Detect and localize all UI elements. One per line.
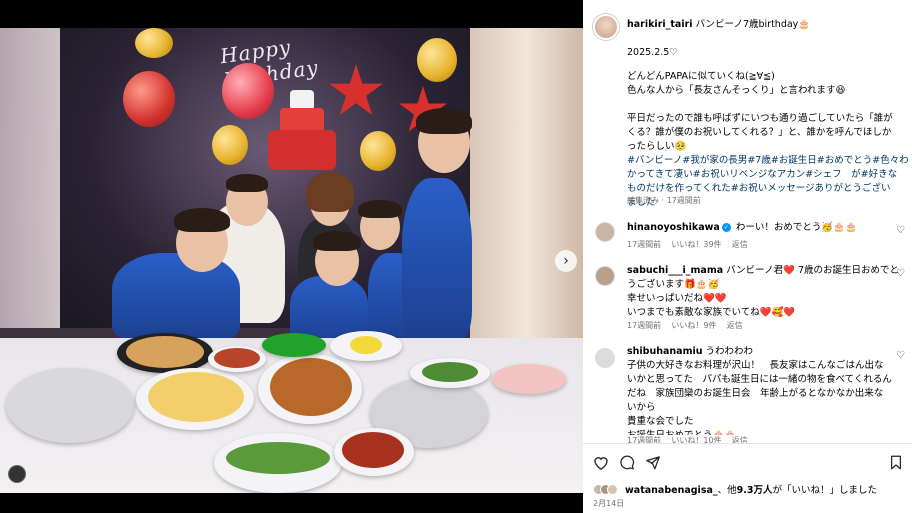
liker-username[interactable]: watanabenagisa_ bbox=[625, 485, 718, 496]
hashtag-line[interactable]: ものだけを作ってくれた#お祝いメッセージありがとうござい bbox=[627, 182, 891, 196]
like-count[interactable]: 9.3万人 bbox=[737, 485, 773, 496]
heart-outline-icon[interactable] bbox=[593, 455, 609, 473]
tagged-user-icon[interactable] bbox=[8, 465, 26, 483]
comment-time: 17週間前 bbox=[627, 321, 662, 330]
post-date: 2月14日 bbox=[593, 499, 625, 508]
balloon-car-2 bbox=[222, 63, 274, 119]
caption-line: くる？誰が僕のお祝いしてくれる？」と、誰かを呼んでほしか bbox=[627, 127, 892, 138]
comment-text: 貴重な会でした bbox=[627, 416, 694, 427]
plate-onigiri bbox=[6, 368, 134, 443]
liker-avatar bbox=[607, 484, 618, 495]
comment-meta: 17週間前 いいね！9件 返信 bbox=[627, 320, 743, 331]
comment-icon[interactable] bbox=[619, 455, 635, 473]
commenter-username[interactable]: sabuchi___i_mama bbox=[627, 265, 723, 276]
post-date-line: 2025.2.5♡ bbox=[627, 47, 678, 58]
right-curtain bbox=[470, 28, 583, 358]
comment-text: いから bbox=[627, 402, 656, 413]
caption-line: 色んな人から「長友さんそっくり」と言われます😆 bbox=[627, 85, 846, 96]
reply-button[interactable]: 返信 bbox=[732, 240, 748, 249]
comment-text: 子供の大好きなお料理が沢山！ 長友家はこんなごはん出な bbox=[627, 360, 884, 371]
comment-likes[interactable]: いいね！9件 bbox=[671, 321, 716, 330]
balloon-gold bbox=[212, 125, 248, 165]
next-image-button[interactable]: › bbox=[555, 250, 577, 272]
action-divider bbox=[583, 443, 912, 444]
hashtag-line[interactable]: #バンビーノ#我が家の長男#7歳#お誕生日#おめでとう#色々わ bbox=[627, 154, 909, 168]
plate-green bbox=[262, 333, 326, 357]
post-title: バンビーノ7歳birthday🎂 bbox=[695, 19, 811, 30]
author-avatar[interactable] bbox=[593, 14, 619, 40]
comment-text: いつまでも素敵な家族でいてね❤️🥰❤️ bbox=[627, 307, 796, 318]
commenter-avatar[interactable] bbox=[595, 222, 615, 242]
photo-pane: Happy Birthday › bbox=[0, 0, 583, 513]
post-photo[interactable]: Happy Birthday bbox=[0, 28, 583, 493]
commenter-username[interactable]: shibuhanamiu bbox=[627, 346, 703, 357]
caption-line: ったらしい🥺 bbox=[627, 141, 687, 152]
comment-text: だね 家族団欒のお誕生日会 年齢上がるとなかなか出来な bbox=[627, 388, 884, 399]
caption-line: 平日だったので誰も呼ばずにいつも通り過ごしていたら「誰が bbox=[627, 113, 893, 124]
comment-text: いかと思ってた パパも誕生日には一緒の物を食べてくれるん bbox=[627, 374, 892, 385]
balloon-gold bbox=[360, 131, 396, 171]
left-curtain bbox=[0, 28, 60, 328]
comment-text: 幸せいっぱいだね❤️❤️ bbox=[627, 293, 727, 304]
likes-summary[interactable]: watanabenagisa_、他9.3万人が「いいね！」しました bbox=[593, 482, 877, 496]
author-header-line: harikiri_tairi バンビーノ7歳birthday🎂 bbox=[627, 18, 810, 32]
comment-text: うわわわわ bbox=[705, 346, 754, 357]
comment-like-icon[interactable]: ♡ bbox=[896, 350, 905, 361]
balloon-gold bbox=[417, 38, 457, 82]
comment-text: バンビーノ君❤️ 7歳のお誕生日おめでと bbox=[726, 265, 899, 276]
commenter-username[interactable]: hinanoyoshikawa bbox=[627, 222, 720, 233]
comment-text: うございます🎁🎂🥳 bbox=[627, 279, 720, 290]
bookmark-icon[interactable] bbox=[889, 455, 903, 473]
comment-likes[interactable]: いいね！39件 bbox=[671, 240, 721, 249]
post-sidebar: harikiri_tairi バンビーノ7歳birthday🎂 2025.2.5… bbox=[583, 0, 912, 513]
comment-meta: 17週間前 いいね！39件 返信 bbox=[627, 239, 748, 250]
commenter-avatar[interactable] bbox=[595, 348, 615, 368]
balloon-car bbox=[123, 71, 175, 127]
comment-text: わーい！おめでとう🥳🎂🎂 bbox=[735, 222, 857, 233]
comment-like-icon[interactable]: ♡ bbox=[896, 268, 905, 279]
caption-line: どんどんPAPAに似ていくね(≧∀≦) bbox=[627, 71, 775, 82]
reply-button[interactable]: 返信 bbox=[727, 321, 743, 330]
plate-red bbox=[492, 364, 566, 394]
send-icon[interactable] bbox=[645, 455, 661, 473]
comment-time: 17週間前 bbox=[627, 240, 662, 249]
hashtag-line[interactable]: かってきて凄い#お祝いリベンジなアカン#シェフ が#好きな bbox=[627, 168, 897, 182]
commenter-avatar[interactable] bbox=[595, 266, 615, 286]
edited-timestamp: 編集済み · 17週間前 bbox=[627, 196, 701, 205]
comment-meta: 17週間前 いいね！10件 返信 bbox=[627, 435, 748, 446]
boy-left bbox=[112, 253, 240, 343]
cake-balloon bbox=[268, 90, 336, 174]
balloon-gold bbox=[135, 28, 173, 58]
author-username[interactable]: harikiri_tairi bbox=[627, 19, 693, 30]
verified-badge-icon: ✓ bbox=[721, 223, 731, 232]
comment-like-icon[interactable]: ♡ bbox=[896, 225, 905, 236]
instagram-post-view: Happy Birthday › harikiri_tairi バンビーノ7歳b… bbox=[0, 0, 912, 513]
boy-standing bbox=[402, 178, 472, 343]
